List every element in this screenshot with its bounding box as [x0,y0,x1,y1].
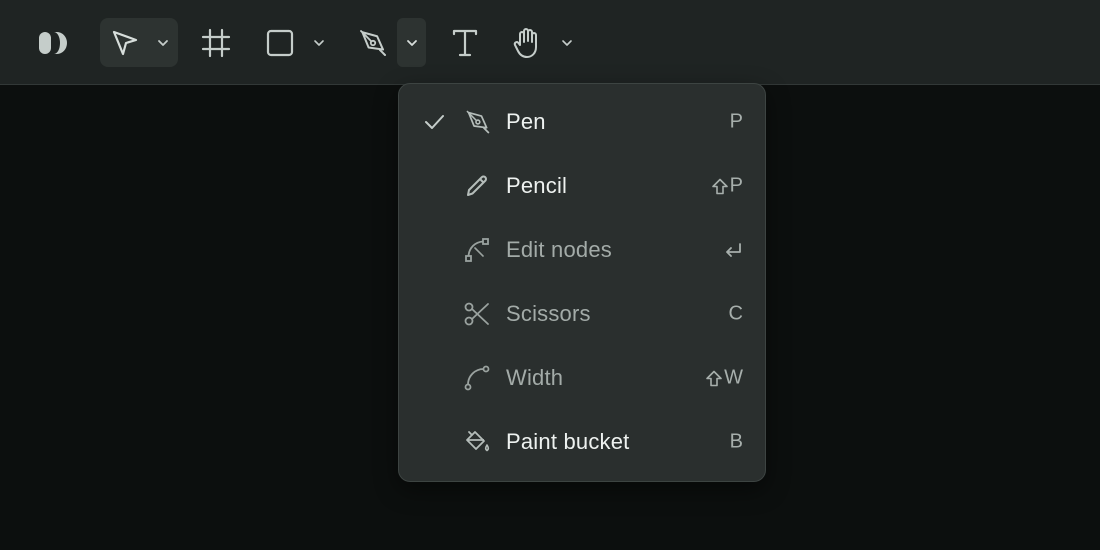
menu-item-label: Width [506,365,564,390]
menu-item-label: Pen [506,109,546,134]
edit-nodes-icon [465,238,489,262]
shift-icon [711,178,728,194]
menu-item-shortcut: B [729,430,743,453]
scissors-icon [464,302,489,326]
pen-nib-icon [360,30,386,56]
menu-item-label: Scissors [506,301,591,326]
menu-item-label: Paint bucket [506,429,630,454]
menu-item-scissors[interactable]: Scissors C [399,282,765,346]
check-icon [425,115,444,129]
pen-nib-icon [466,110,490,134]
chevron-down-icon[interactable] [560,36,574,50]
frame-hash-icon [201,28,231,58]
chevron-down-icon[interactable] [156,36,170,50]
menu-item-pencil[interactable]: Pencil P [399,154,765,218]
menu-item-paint-bucket[interactable]: Paint bucket B [399,410,765,474]
move-tool-button[interactable] [100,18,178,67]
width-curve-icon [464,365,490,391]
menu-item-shortcut: P [711,175,743,198]
chevron-down-icon[interactable] [312,36,326,50]
pen-tool-dropdown-button[interactable] [397,18,426,67]
shape-tool-button[interactable] [262,24,332,62]
return-icon [726,243,741,257]
pen-tools-menu: Pen P Pencil P Edit nodes Scissors C Wid… [398,83,766,482]
menu-item-edit-nodes[interactable]: Edit nodes [399,218,765,282]
frame-tool-button[interactable] [196,24,236,62]
paint-bucket-icon [466,431,490,452]
toolbar [0,0,1100,85]
text-t-icon [452,29,478,57]
shift-icon [706,370,722,386]
arrow-pointer-icon [112,30,138,56]
pencil-icon [467,175,487,196]
hand-icon [513,28,537,58]
menu-item-shortcut: W [705,367,743,390]
text-tool-button[interactable] [446,24,484,62]
menu-item-label: Pencil [506,173,568,198]
rectangle-icon [266,29,294,57]
menu-item-shortcut: C [728,302,743,325]
hand-tool-button[interactable] [508,22,580,64]
logo-icon [39,32,67,54]
chevron-down-icon [406,39,417,46]
pen-tool-button[interactable] [352,24,392,62]
menu-item-width[interactable]: Width W [399,346,765,410]
logo-button[interactable] [34,26,72,60]
menu-item-label: Edit nodes [506,237,612,262]
menu-item-shortcut: P [729,110,743,133]
menu-item-pen[interactable]: Pen P [399,90,765,154]
menu-item-shortcut [723,241,743,259]
